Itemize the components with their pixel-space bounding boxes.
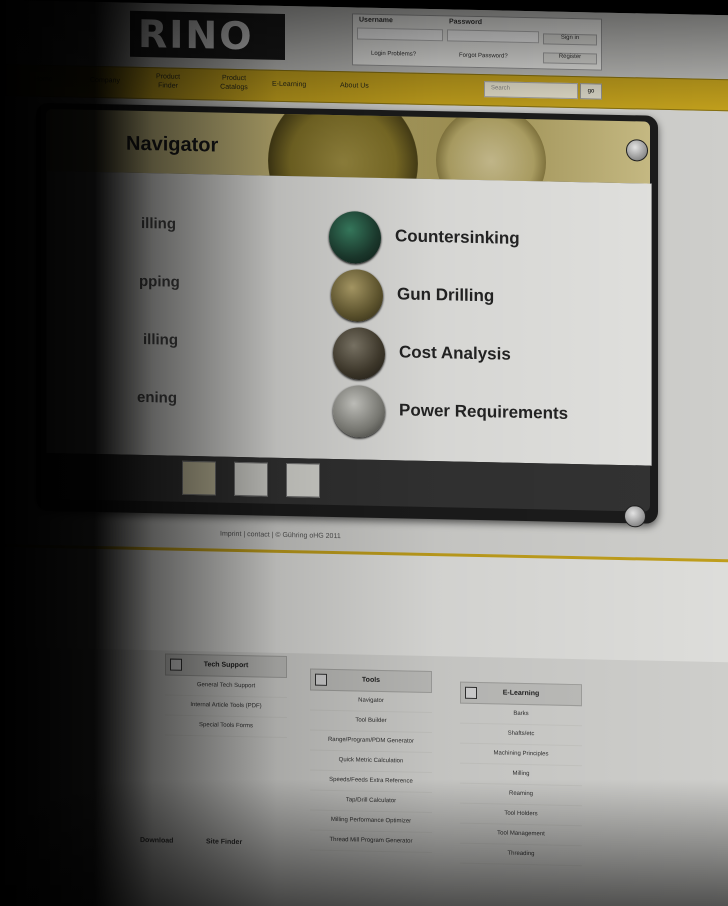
- list-item[interactable]: Quick Metric Calculation: [310, 750, 432, 774]
- option-label: Power Requirements: [399, 400, 569, 423]
- close-circle-icon[interactable]: [626, 139, 648, 162]
- login-problems-link[interactable]: Login Problems?: [371, 51, 416, 58]
- option-power-requirements[interactable]: Power Requirements: [333, 384, 633, 443]
- cost-analysis-icon: [333, 326, 385, 381]
- document-icon[interactable]: [234, 461, 268, 497]
- chart-icon[interactable]: [286, 462, 320, 498]
- list-item[interactable]: Speeds/Feeds Extra Reference: [310, 770, 432, 794]
- scroll-circle-icon[interactable]: [624, 505, 646, 528]
- list-item[interactable]: Reaming: [460, 783, 582, 807]
- list-item[interactable]: Tool Builder: [310, 710, 432, 734]
- countersink-icon: [329, 210, 381, 264]
- list-item[interactable]: Thread Mill Program Generator: [310, 830, 432, 854]
- footer-links[interactable]: Imprint | contact | © Gühring oHG 2011: [220, 531, 341, 541]
- nav-item-home[interactable]: Home: [34, 75, 53, 84]
- nav-item-about-us[interactable]: About Us: [340, 81, 369, 91]
- company-logo[interactable]: RINO: [130, 10, 285, 60]
- list-item[interactable]: Tap/Drill Calculator: [310, 790, 432, 814]
- password-label: Password: [449, 18, 483, 27]
- username-label: Username: [359, 16, 393, 25]
- list-item[interactable]: Tool Holders: [460, 803, 582, 827]
- tools-icon: [315, 673, 327, 686]
- username-input[interactable]: [357, 27, 443, 42]
- nav-item-e-learning[interactable]: E-Learning: [272, 80, 306, 90]
- forgot-password-link[interactable]: Forgot Password?: [459, 53, 508, 60]
- column-tools: Tools Navigator Tool Builder Range/Progr…: [310, 668, 432, 854]
- list-item[interactable]: Milling: [460, 763, 582, 787]
- list-item[interactable]: Navigator: [310, 690, 432, 714]
- learning-icon: [465, 686, 477, 699]
- option-milling-partial[interactable]: illing: [143, 331, 178, 349]
- option-label: Countersinking: [395, 226, 520, 248]
- gun-drill-icon: [331, 268, 383, 323]
- navigator-title: Navigator: [126, 132, 219, 157]
- option-reaming-partial[interactable]: ening: [137, 389, 177, 407]
- list-item[interactable]: Range/Program/PDM Generator: [310, 730, 432, 754]
- sign-in-button[interactable]: Sign in: [543, 33, 597, 46]
- list-item[interactable]: Milling Performance Optimizer: [310, 810, 432, 834]
- list-item[interactable]: Special Tools Forms: [165, 715, 287, 739]
- search-go-button[interactable]: go: [580, 83, 602, 100]
- nav-item-company[interactable]: Company: [90, 76, 120, 86]
- option-cost-analysis[interactable]: Cost Analysis: [333, 326, 593, 384]
- power-calculator-icon: [333, 384, 385, 439]
- site-finder-link[interactable]: Site Finder: [206, 838, 242, 846]
- screen-photo: RINO Username Password Sign in Login Pro…: [0, 0, 728, 906]
- column-header[interactable]: Tech Support: [165, 653, 287, 679]
- list-item[interactable]: Threading: [460, 843, 582, 867]
- list-item[interactable]: General Tech Support: [165, 675, 287, 699]
- download-link[interactable]: Download: [140, 837, 173, 845]
- support-icon: [170, 658, 182, 671]
- list-item[interactable]: Shafts/etc: [460, 723, 582, 747]
- web-page: RINO Username Password Sign in Login Pro…: [0, 0, 728, 906]
- list-item[interactable]: Machining Principles: [460, 743, 582, 767]
- nav-item-product-catalogs[interactable]: Product Catalogs: [212, 73, 256, 92]
- column-header[interactable]: Tools: [310, 668, 432, 694]
- navigator-options: illing pping illing ening Countersinking…: [46, 170, 652, 466]
- option-gun-drilling[interactable]: Gun Drilling: [331, 268, 591, 326]
- navigator-panel: Navigator illing pping illing ening Coun…: [36, 102, 658, 528]
- list-item[interactable]: Internal Article Tools (PDF): [165, 695, 287, 719]
- option-countersinking[interactable]: Countersinking: [329, 210, 609, 269]
- compass-image: [268, 108, 418, 184]
- option-label: Gun Drilling: [397, 284, 495, 306]
- compass-image-secondary: [436, 108, 546, 184]
- content-divider: [0, 544, 728, 663]
- list-item[interactable]: Barks: [460, 703, 582, 727]
- option-label: Cost Analysis: [399, 342, 511, 364]
- nav-item-product-finder[interactable]: Product Finder: [148, 72, 188, 91]
- password-input[interactable]: [447, 29, 539, 44]
- option-drilling-partial[interactable]: illing: [141, 215, 176, 233]
- option-tapping-partial[interactable]: pping: [139, 273, 180, 291]
- login-box: Username Password Sign in Login Problems…: [352, 13, 602, 71]
- list-item[interactable]: Tool Management: [460, 823, 582, 847]
- notepad-icon[interactable]: [182, 460, 216, 496]
- column-tech-support: Tech Support General Tech Support Intern…: [165, 653, 287, 739]
- search-input[interactable]: Search: [484, 81, 578, 100]
- column-header[interactable]: E-Learning: [460, 681, 582, 707]
- register-button[interactable]: Register: [543, 52, 597, 65]
- column-e-learning: E-Learning Barks Shafts/etc Machining Pr…: [460, 681, 582, 867]
